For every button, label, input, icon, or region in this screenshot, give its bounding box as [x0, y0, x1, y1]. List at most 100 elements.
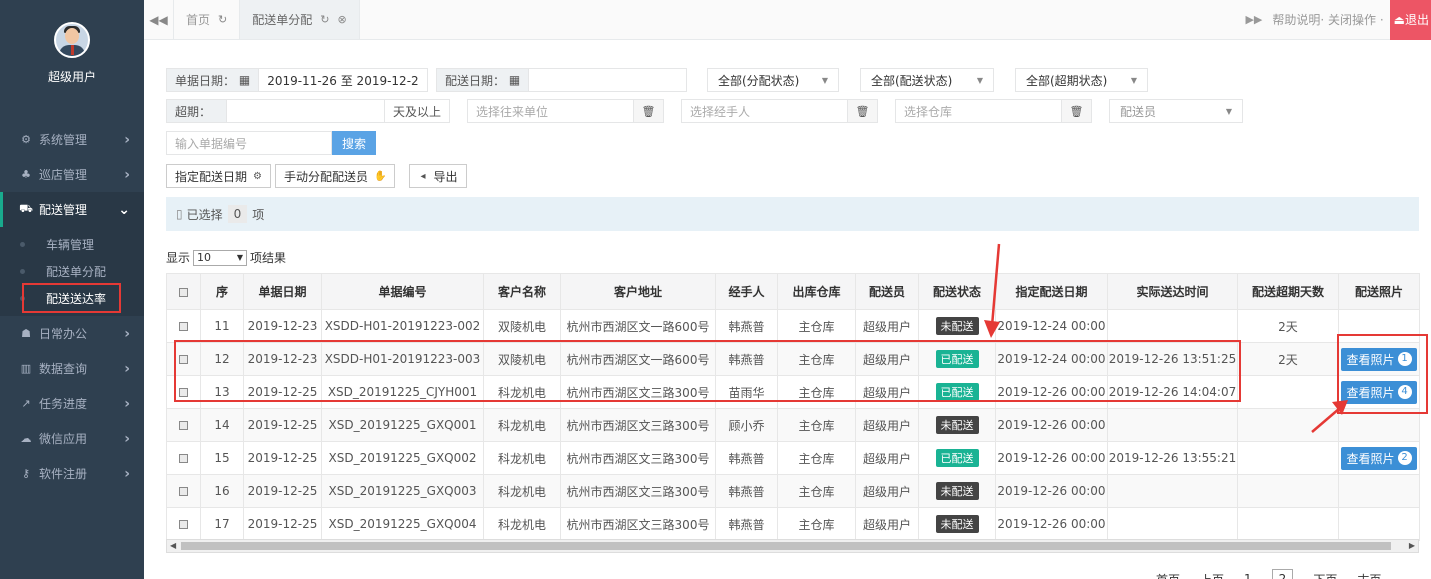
help-close-menu[interactable]: 帮助说明· 关闭操作 · — [1272, 11, 1383, 28]
trash-icon[interactable]: 🗑 — [847, 100, 877, 122]
overdue-status-select[interactable]: 全部(超期状态) ▼ — [1015, 68, 1148, 92]
table-row[interactable]: 17 2019-12-25 XSD_20191225_GXQ004 科龙机电 杭州市西湖… — [166, 507, 1420, 541]
row-checkbox — [166, 507, 201, 541]
doc-date-value[interactable]: 2019-11-26 至 2019-12-2 — [259, 72, 426, 89]
menu-label: 系统管理 — [39, 133, 88, 147]
cell-photo — [1338, 474, 1420, 508]
page-size-select[interactable]: 10 ▼ — [193, 249, 248, 266]
pager-page[interactable]: 1 — [1244, 572, 1252, 579]
checkbox[interactable] — [179, 454, 188, 463]
cell-doc-no: XSD_20191225_GXQ003 — [321, 474, 484, 508]
table-row[interactable]: 14 2019-12-25 XSD_20191225_GXQ001 科龙机电 杭州市西湖… — [166, 408, 1420, 442]
avatar[interactable] — [54, 22, 90, 58]
top-bar-right: ▶▶ 帮助说明· 关闭操作 · ⏏退出 — [1245, 0, 1431, 40]
menu-item-data-query[interactable]: ▥ 数据查询 › — [0, 351, 144, 386]
cell-doc-date: 2019-12-25 — [243, 474, 322, 508]
column-header[interactable]: 指定配送日期 — [995, 273, 1108, 310]
tabs-back-icon[interactable]: ◀◀ — [144, 0, 174, 39]
delivery-date-field[interactable]: 配送日期： ▦ — [436, 68, 687, 92]
cell-seq: 15 — [200, 441, 244, 475]
column-header[interactable]: 客户地址 — [560, 273, 716, 310]
menu-item-task-progress[interactable]: ↗ 任务进度 › — [0, 386, 144, 421]
menu-item-office[interactable]: ☗ 日常办公 › — [0, 316, 144, 351]
pager-prev[interactable]: 上页 — [1200, 571, 1224, 579]
tabs-forward-icon[interactable]: ▶▶ — [1245, 13, 1262, 26]
overdue-days-field[interactable]: 超期： 天及以上 — [166, 99, 450, 123]
menu-item-wechat[interactable]: ☁ 微信应用 › — [0, 421, 144, 456]
column-header[interactable]: 配送员 — [855, 273, 919, 310]
column-header[interactable]: 实际送达时间 — [1107, 273, 1238, 310]
column-header[interactable]: 客户名称 — [483, 273, 561, 310]
pager-next[interactable]: 下页 — [1313, 571, 1337, 579]
row-checkbox — [166, 441, 201, 475]
cell-planned-date: 2019-12-26 00:00 — [995, 474, 1108, 508]
checkbox[interactable] — [179, 487, 188, 496]
column-header[interactable]: 单据编号 — [321, 273, 484, 310]
checkbox[interactable] — [179, 322, 188, 331]
filter-row-1: 单据日期： ▦ 2019-11-26 至 2019-12-2 配送日期： ▦ 全… — [166, 68, 1148, 92]
table-row[interactable]: 16 2019-12-25 XSD_20191225_GXQ003 科龙机电 杭州市西湖… — [166, 474, 1420, 508]
checkbox[interactable] — [179, 520, 188, 529]
table-row[interactable]: 15 2019-12-25 XSD_20191225_GXQ002 科龙机电 杭州市西湖… — [166, 441, 1420, 475]
tab-home[interactable]: 首页 ↻ — [174, 0, 241, 39]
column-header[interactable]: 经手人 — [715, 273, 778, 310]
column-header[interactable]: 出库仓库 — [777, 273, 856, 310]
alloc-status-select[interactable]: 全部(分配状态) ▼ — [707, 68, 839, 92]
checkbox[interactable] — [179, 287, 188, 297]
table-row[interactable]: 11 2019-12-23 XSDD-H01-20191223-002 双陵机电 杭州市… — [166, 309, 1420, 343]
warehouse-field[interactable]: 选择仓库 🗑 — [895, 99, 1092, 123]
view-photo-button[interactable]: 查看照片 2 — [1341, 446, 1417, 470]
warehouse-input[interactable]: 选择仓库 — [896, 103, 1061, 120]
pager-current[interactable]: 2 — [1271, 569, 1294, 579]
partner-field[interactable]: 选择往来单位 🗑 — [467, 99, 664, 123]
handler-field[interactable]: 选择经手人 🗑 — [681, 99, 878, 123]
scroll-left-icon[interactable]: ◀ — [170, 540, 176, 552]
pager-last[interactable]: 末页 — [1357, 571, 1381, 579]
horizontal-scrollbar[interactable]: ◀ ▶ — [166, 539, 1419, 553]
delivery-table: 序 单据日期 单据编号 客户名称 客户地址 经手人 出库仓库 配送员 配送状态 … — [166, 273, 1420, 541]
menu-item-store-patrol[interactable]: ♣ 巡店管理 › — [0, 157, 144, 192]
column-header[interactable]: 配送超期天数 — [1237, 273, 1339, 310]
docno-input[interactable]: 输入单据编号 — [167, 135, 331, 152]
sub-item-allocation[interactable]: 配送单分配 — [0, 258, 144, 285]
tab-delivery-allocation[interactable]: 配送单分配 ↻ ⊗ — [240, 0, 360, 39]
menu-label: 软件注册 — [39, 467, 88, 481]
menu-item-register[interactable]: ⚷ 软件注册 › — [0, 456, 144, 491]
trash-icon[interactable]: 🗑 — [1061, 100, 1091, 122]
scroll-right-icon[interactable]: ▶ — [1409, 540, 1415, 552]
assign-date-button[interactable]: 指定配送日期 ⚙ — [166, 164, 271, 188]
menu-item-system[interactable]: ⚙ 系统管理 › — [0, 122, 144, 157]
checkbox[interactable] — [179, 421, 188, 430]
refresh-icon[interactable]: ↻ — [218, 13, 227, 26]
cell-planned-date: 2019-12-26 00:00 — [995, 408, 1108, 442]
menu-label: 任务进度 — [39, 397, 88, 411]
menu-label: 配送管理 — [39, 203, 88, 217]
trash-icon[interactable]: 🗑 — [633, 100, 663, 122]
scrollbar-thumb[interactable] — [181, 542, 1391, 550]
search-button[interactable]: 搜索 — [332, 131, 377, 155]
assign-staff-button[interactable]: 手动分配配送员 ✋ — [274, 164, 396, 188]
logout-button[interactable]: ⏏退出 — [1389, 0, 1431, 40]
chevron-down-icon: ⌄ — [118, 201, 130, 218]
status-badge: 未配送 — [935, 482, 979, 500]
tab-label: 首页 — [186, 13, 211, 27]
doc-date-field[interactable]: 单据日期： ▦ 2019-11-26 至 2019-12-2 — [166, 68, 428, 92]
partner-input[interactable]: 选择往来单位 — [468, 103, 633, 120]
header-select-all[interactable] — [166, 273, 201, 310]
pager-first[interactable]: 首页 — [1156, 571, 1180, 579]
refresh-icon[interactable]: ↻ — [320, 13, 329, 26]
column-header[interactable]: 配送照片 — [1338, 273, 1420, 310]
docno-field[interactable]: 输入单据编号 — [166, 131, 332, 155]
handler-input[interactable]: 选择经手人 — [682, 103, 847, 120]
export-button[interactable]: ◂ 导出 — [409, 164, 467, 188]
close-icon[interactable]: ⊗ — [337, 13, 346, 26]
menu-item-delivery[interactable]: ⛟ 配送管理 ⌄ — [0, 192, 144, 227]
deliverer-select[interactable]: 配送员 ▼ — [1109, 99, 1243, 123]
sub-item-vehicle[interactable]: 车辆管理 — [0, 231, 144, 258]
column-header[interactable]: 单据日期 — [243, 273, 322, 310]
overdue-suffix: 天及以上 — [383, 100, 449, 122]
cell-doc-date: 2019-12-23 — [243, 309, 322, 343]
delivery-status-select[interactable]: 全部(配送状态) ▼ — [860, 68, 994, 92]
column-header[interactable]: 序 — [200, 273, 244, 310]
button-label: 手动分配配送员 — [283, 169, 368, 184]
